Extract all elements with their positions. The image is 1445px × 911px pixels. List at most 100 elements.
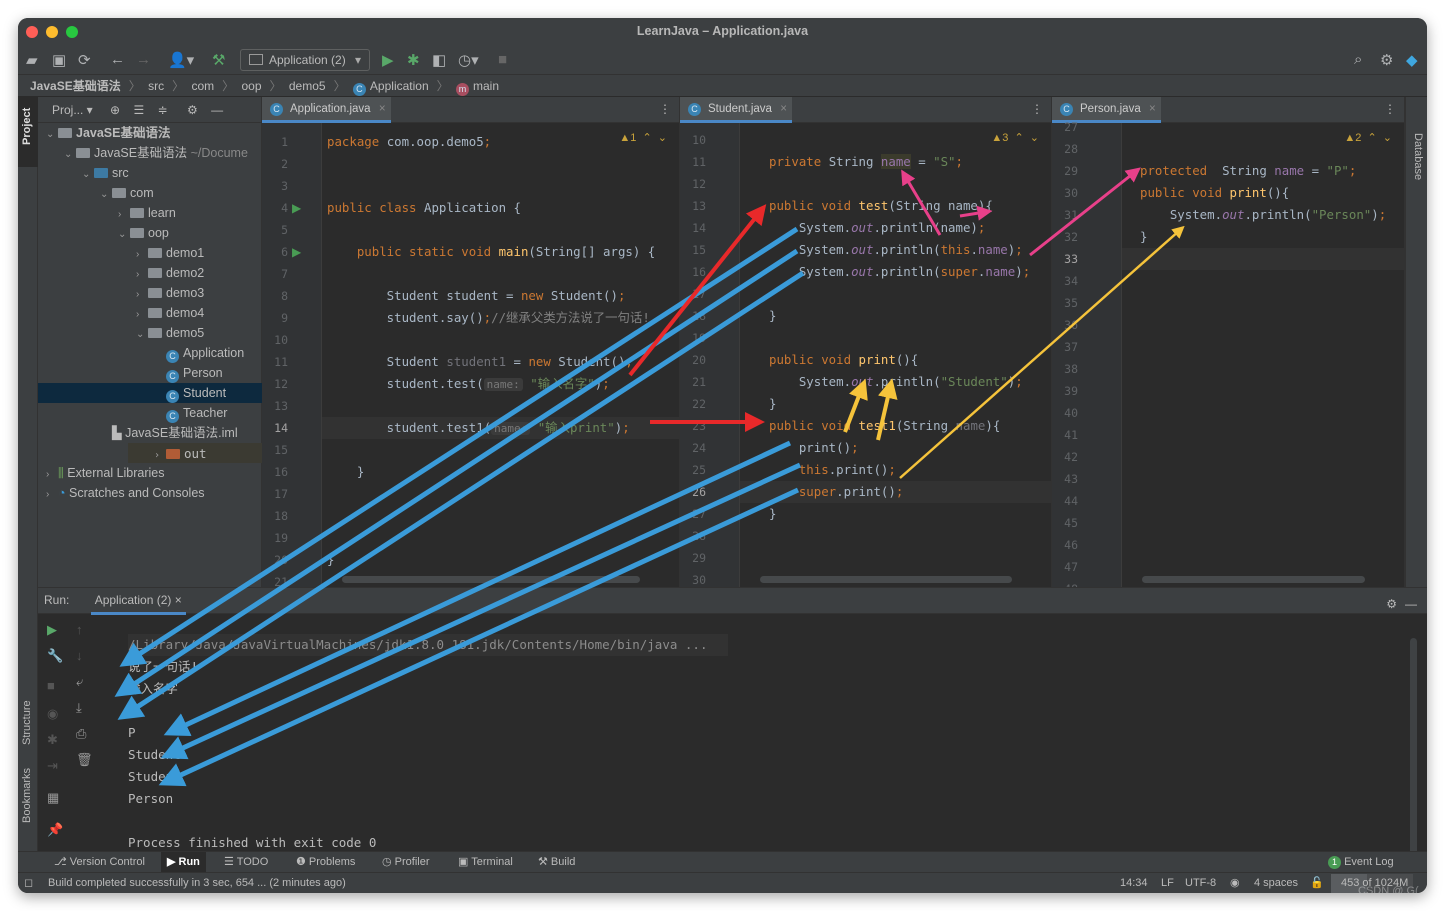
back-icon[interactable]: ← — [110, 51, 125, 68]
breadcrumb-com[interactable]: com — [191, 79, 214, 93]
tree-item[interactable]: ▙ JavaSE基础语法.iml — [38, 423, 262, 443]
down-icon[interactable]: ↓ — [76, 648, 83, 663]
chevron-right-icon[interactable]: › — [118, 205, 130, 225]
tree-item[interactable]: ⌄ oop — [38, 223, 262, 243]
tree-item[interactable]: › demo4 — [38, 303, 262, 323]
run-gutter-icon[interactable]: ▶ — [292, 245, 301, 259]
code-line[interactable]: } — [769, 503, 776, 525]
code-line[interactable]: } — [1140, 226, 1147, 248]
editor-pane[interactable]: C Person.java × ⋮ ▲2 ⌃ ⌄ 27 28 29 protected Stri… — [1052, 97, 1405, 587]
tree-item[interactable]: › learn — [38, 203, 262, 223]
forward-icon[interactable]: → — [136, 51, 151, 68]
breadcrumb-oop[interactable]: oop — [241, 79, 261, 93]
horizontal-scrollbar[interactable] — [342, 576, 640, 583]
chevron-right-icon[interactable]: › — [46, 465, 58, 485]
editor-pane[interactable]: C Student.java × ⋮ ▲3 ⌃ ⌄ 10 11 private String … — [680, 97, 1052, 587]
tab-profiler[interactable]: ◷ Profiler — [376, 852, 436, 873]
expand-all-icon[interactable]: ☰ — [133, 103, 144, 117]
more-icon[interactable]: ⋮ — [1384, 102, 1396, 116]
hide-icon[interactable]: — — [211, 103, 223, 117]
event-log-button[interactable]: 1 Event Log — [1322, 852, 1400, 873]
minimize-window-button[interactable] — [46, 26, 58, 38]
chevron-right-icon[interactable]: › — [136, 245, 148, 265]
close-tab-icon[interactable]: × — [379, 97, 386, 122]
tab-run[interactable]: ▶ Run — [161, 852, 206, 873]
sync-icon[interactable]: ⟳ — [78, 51, 91, 69]
profile-icon[interactable]: ◷▾ — [458, 51, 479, 69]
code-line[interactable]: public void print(){ — [769, 349, 918, 371]
settings-icon[interactable]: ⚙ — [1380, 51, 1393, 69]
scroll-to-end-icon[interactable]: ⤓ — [76, 700, 82, 716]
horizontal-scrollbar[interactable] — [760, 576, 1012, 583]
bookmarks-stripe-button[interactable]: Bookmarks — [21, 768, 33, 823]
editor-tab[interactable]: C Student.java × — [680, 97, 792, 123]
tree-item[interactable]: ⌄ JavaSE基础语法 ~/Docume — [38, 143, 262, 163]
user-icon[interactable]: 👤▾ — [168, 51, 194, 69]
warnings-indicator[interactable]: ▲2 ⌃ ⌄ — [1344, 131, 1392, 144]
print-icon[interactable]: ⎙ — [76, 726, 86, 742]
breadcrumb-application[interactable]: Application — [370, 79, 429, 93]
tree-item[interactable]: C Person — [38, 363, 262, 383]
run-icon[interactable]: ▶ — [382, 51, 394, 69]
tab-version-control[interactable]: ⎇ Version Control — [48, 852, 151, 873]
up-icon[interactable]: ↑ — [76, 622, 83, 637]
tree-item[interactable]: ⌄ demo5 — [38, 323, 262, 343]
tab-todo[interactable]: ☰ TODO — [218, 852, 274, 873]
code-line[interactable]: Student student1 = new Student(); — [327, 351, 633, 373]
tree-item[interactable]: C Student — [38, 383, 262, 403]
run-gutter-icon[interactable]: ▶ — [292, 201, 301, 215]
maximize-window-button[interactable] — [66, 26, 78, 38]
exit-icon[interactable]: ⇥ — [47, 758, 58, 774]
chevron-down-icon[interactable]: ⌄ — [136, 325, 148, 345]
line-separator[interactable]: LF — [1161, 873, 1174, 893]
breadcrumb-demo5[interactable]: demo5 — [289, 79, 326, 93]
status-message[interactable]: Build completed successfully in 3 sec, 6… — [48, 873, 346, 893]
breadcrumb-main[interactable]: main — [473, 79, 499, 93]
chevron-down-icon[interactable]: ⌄ — [82, 165, 94, 185]
gear-icon[interactable]: ⚙ — [187, 103, 198, 117]
close-tab-icon[interactable]: × — [1149, 97, 1156, 122]
code-line[interactable]: } — [769, 393, 776, 415]
tab-build[interactable]: ⚒ Build — [532, 852, 581, 873]
file-encoding[interactable]: UTF-8 — [1185, 873, 1216, 893]
code-line[interactable]: System.out.println(name); — [769, 217, 986, 239]
code-line[interactable]: super.print(); — [769, 481, 903, 503]
chevron-down-icon[interactable]: ⌄ — [46, 125, 58, 145]
tab-terminal[interactable]: ▣ Terminal — [452, 852, 519, 873]
lock-icon[interactable]: 🔓 — [1310, 873, 1324, 893]
code-line[interactable]: System.out.println("Student"); — [769, 371, 1023, 393]
collapse-all-icon[interactable]: ≑ — [158, 103, 168, 117]
debug-icon[interactable]: ✱ — [407, 51, 420, 69]
tab-problems[interactable]: ❶ Problems — [290, 852, 361, 873]
tree-item[interactable]: ⌄ JavaSE基础语法 — [38, 123, 262, 143]
code-line[interactable]: } — [327, 549, 334, 571]
chevron-right-icon[interactable]: › — [136, 285, 148, 305]
warnings-indicator[interactable]: ▲3 ⌃ ⌄ — [991, 131, 1039, 144]
code-line[interactable]: student.test(name: "输入名字"); — [327, 373, 610, 395]
breadcrumb-src[interactable]: src — [148, 79, 164, 93]
project-stripe-button[interactable]: Project — [18, 97, 38, 167]
wrench-icon[interactable]: 🔧 — [47, 648, 63, 664]
debug-icon[interactable]: ✱ — [47, 732, 58, 748]
code-line[interactable]: print(); — [769, 437, 859, 459]
pin-icon[interactable]: 📌 — [47, 822, 63, 838]
code-line[interactable]: package com.oop.demo5; — [327, 131, 491, 153]
code-line[interactable]: Student student = new Student(); — [327, 285, 626, 307]
code-line[interactable]: protected String name = "P"; — [1140, 160, 1356, 182]
tree-item[interactable]: ⌄ src — [38, 163, 262, 183]
tree-item[interactable]: C Application — [38, 343, 262, 363]
code-line[interactable]: } — [769, 305, 776, 327]
run-configuration-select[interactable]: Application (2) ▾ — [240, 49, 370, 71]
code-line[interactable]: } — [327, 461, 364, 483]
jetbrains-icon[interactable]: ◆ — [1406, 51, 1418, 69]
save-icon[interactable]: ▣ — [52, 51, 66, 69]
chevron-right-icon[interactable]: › — [136, 265, 148, 285]
code-line[interactable]: student.test1(name: "输入print"); — [327, 417, 630, 439]
breadcrumb-project[interactable]: JavaSE基础语法 — [30, 79, 121, 93]
build-hammer-icon[interactable]: ⚒ — [212, 51, 225, 69]
warnings-indicator[interactable]: ▲1 ⌃ ⌄ — [619, 131, 667, 144]
code-line[interactable]: public void test(String name){ — [769, 195, 993, 217]
layout-icon[interactable]: ▦ — [47, 790, 59, 806]
tree-item[interactable]: › demo3 — [38, 283, 262, 303]
code-line[interactable]: student.say();//继承父类方法说了一句话! — [327, 307, 650, 329]
